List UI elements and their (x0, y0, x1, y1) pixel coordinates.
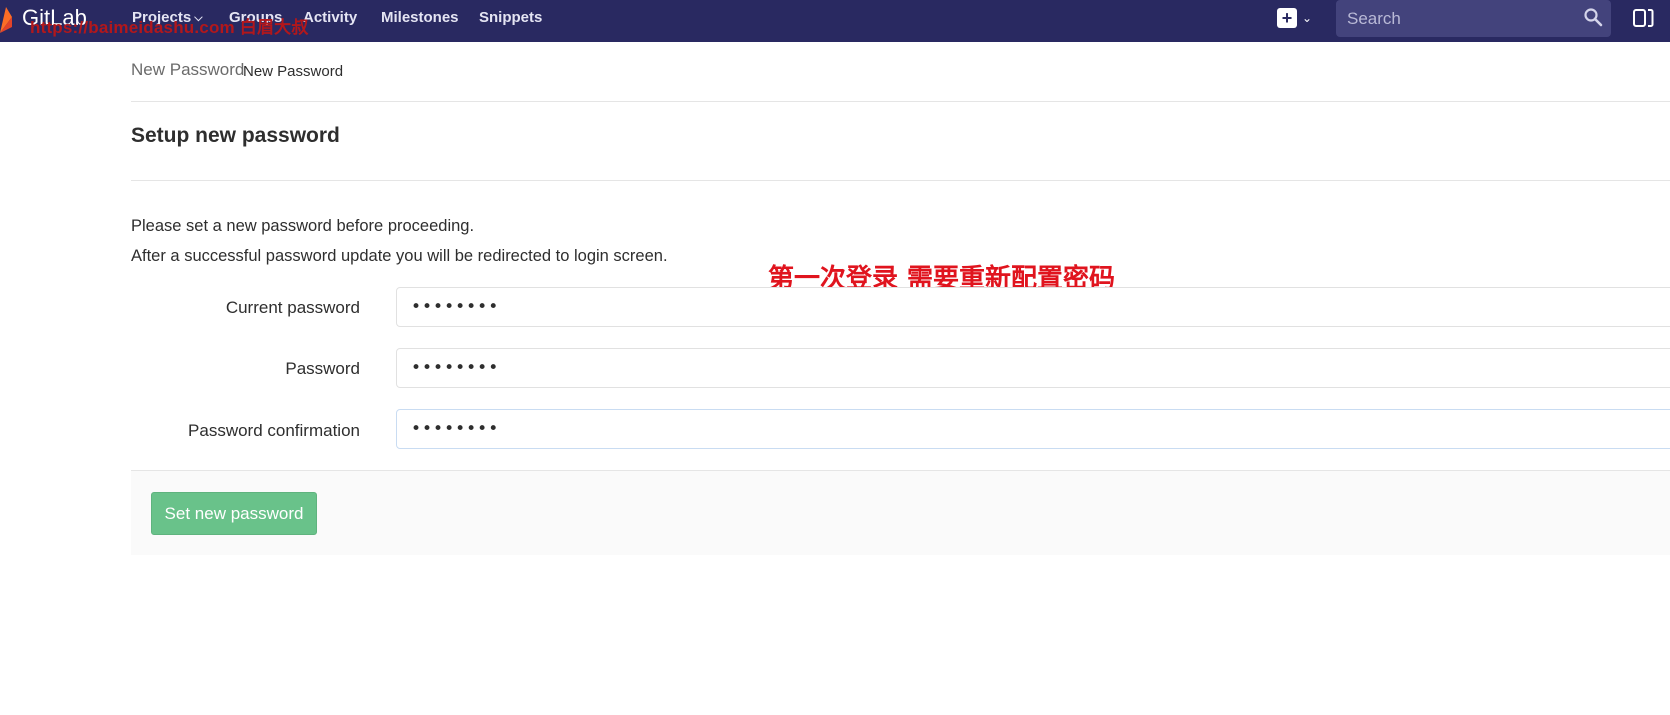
divider (131, 101, 1670, 102)
info-text-line-2: After a successful password update you w… (131, 247, 668, 265)
form-actions: Set new password (131, 470, 1670, 555)
gitlab-logo-icon[interactable] (0, 7, 12, 33)
watermark-text: https://baimeidashu.com 白眉大叔 (30, 18, 309, 37)
set-new-password-button[interactable]: Set new password (151, 492, 317, 535)
info-text-line-1: Please set a new password before proceed… (131, 217, 475, 235)
page-title: Setup new password (131, 124, 340, 147)
divider (131, 180, 1670, 181)
new-item-plus-icon[interactable]: + (1277, 8, 1297, 28)
sidebar-toggle-icon[interactable] (1632, 7, 1654, 29)
search-icon[interactable] (1583, 7, 1603, 27)
password-confirmation-label: Password confirmation (188, 421, 360, 440)
nav-activity[interactable]: Activity (303, 9, 357, 26)
breadcrumb-current: New Password (243, 63, 344, 80)
current-password-label: Current password (225, 298, 360, 317)
password-confirmation-input[interactable]: •••••••• (396, 409, 1670, 449)
password-input[interactable]: •••••••• (396, 348, 1670, 388)
nav-snippets[interactable]: Snippets (479, 9, 542, 26)
search-placeholder: Search (1347, 9, 1401, 28)
password-label: Password (285, 359, 360, 378)
breadcrumb-parent[interactable]: New Password (131, 60, 244, 80)
search-input[interactable]: Search (1336, 0, 1611, 37)
current-password-input[interactable]: •••••••• (396, 287, 1670, 327)
top-navbar: GitLab Projects ⌵ Groups Activity Milesto… (0, 0, 1670, 42)
nav-milestones[interactable]: Milestones (381, 9, 459, 26)
chevron-down-icon[interactable]: ⌄ (1302, 11, 1312, 25)
